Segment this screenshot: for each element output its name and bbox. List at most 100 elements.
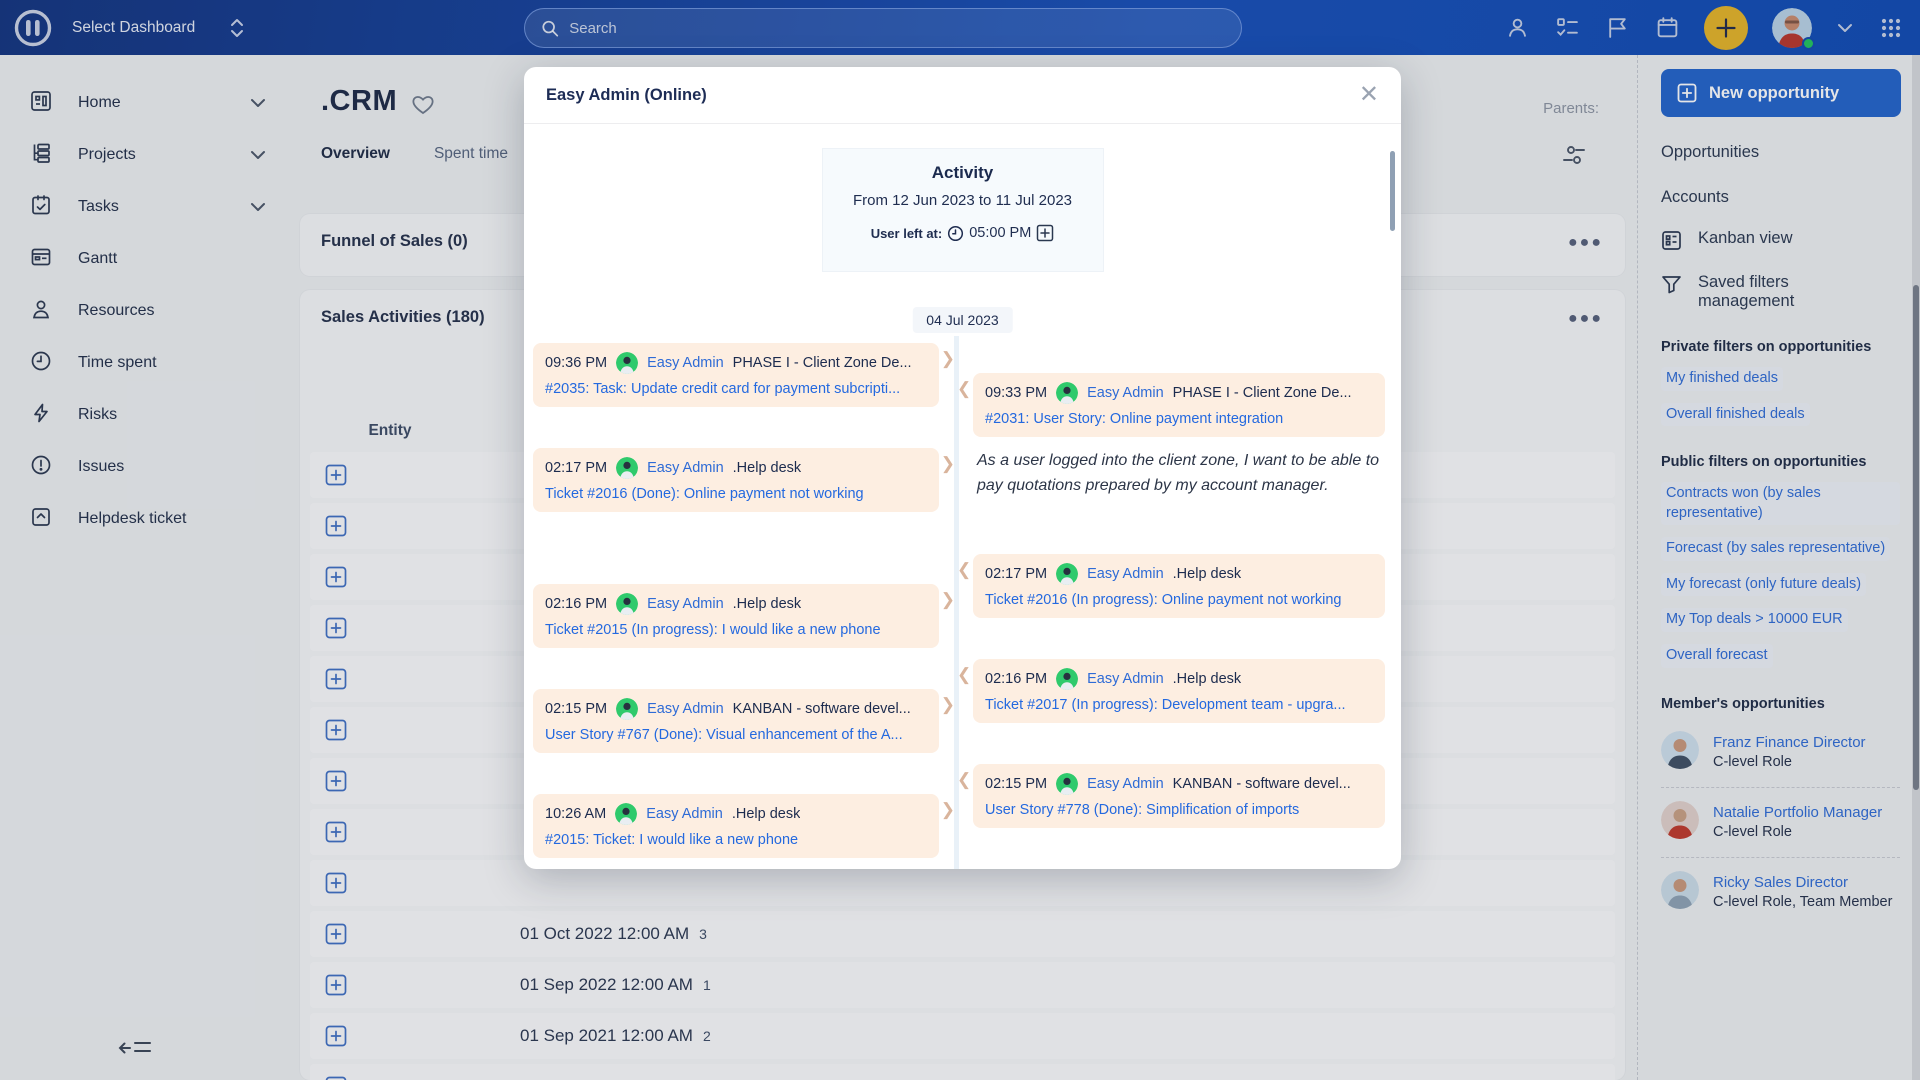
entry-author-link[interactable]: Easy Admin (1087, 385, 1164, 401)
dashboard-selector[interactable]: Select Dashboard (72, 17, 245, 39)
sidebar-item-projects[interactable]: Projects (0, 129, 288, 181)
expand-row-icon[interactable] (324, 973, 348, 997)
search-input[interactable] (569, 20, 1225, 37)
activity-card[interactable]: ❯ 02:15 PM Easy Admin KANBAN - software … (533, 689, 939, 753)
entry-time: 09:33 PM (985, 385, 1047, 401)
checklist-icon[interactable] (1554, 15, 1580, 41)
clock-icon (947, 225, 964, 242)
entry-issue-link[interactable]: Ticket #2015 (In progress): I would like… (545, 622, 927, 638)
expand-row-icon[interactable] (324, 1075, 348, 1080)
expand-row-icon[interactable] (324, 616, 348, 640)
activity-card[interactable]: ❮ 02:16 PM Easy Admin .Help desk Ticket … (973, 659, 1385, 723)
apps-grid-icon[interactable] (1878, 15, 1904, 41)
calendar-icon[interactable] (1654, 15, 1680, 41)
filter-sliders-icon[interactable] (1561, 143, 1587, 167)
add-time-icon[interactable] (1036, 224, 1054, 242)
filter-link[interactable]: Overall finished deals (1661, 403, 1810, 427)
sidebar-item-gantt[interactable]: Gantt (0, 233, 288, 285)
user-icon[interactable] (1504, 15, 1530, 41)
activity-card[interactable]: ❮ 09:33 PM Easy Admin PHASE I - Client Z… (973, 373, 1385, 437)
activity-card[interactable]: ❮ 02:17 PM Easy Admin .Help desk Ticket … (973, 554, 1385, 618)
entry-author-link[interactable]: Easy Admin (646, 806, 723, 822)
sidebar-item-risks[interactable]: Risks (0, 389, 288, 441)
collapse-sidebar-icon[interactable] (118, 1035, 152, 1066)
nav-saved-filters[interactable]: Saved filters management (1661, 273, 1900, 311)
chevron-down-icon[interactable] (1836, 15, 1854, 41)
entry-author-link[interactable]: Easy Admin (647, 596, 724, 612)
sidebar-item-issues[interactable]: Issues (0, 441, 288, 493)
easy-admin-avatar (616, 457, 638, 479)
entry-issue-link[interactable]: User Story #767 (Done): Visual enhanceme… (545, 727, 927, 743)
expand-row-icon[interactable] (324, 871, 348, 895)
entry-author-link[interactable]: Easy Admin (647, 701, 724, 717)
filter-link[interactable]: My finished deals (1661, 367, 1783, 391)
entry-project: .Help desk (1173, 566, 1242, 582)
entity-column-header: Entity (330, 422, 450, 440)
tab-spent-time[interactable]: Spent time (434, 145, 508, 171)
expand-row-icon[interactable] (324, 820, 348, 844)
entry-issue-link[interactable]: Ticket #2017 (In progress): Development … (985, 697, 1373, 713)
private-filters-heading: Private filters on opportunities (1661, 339, 1900, 355)
filter-link[interactable]: Overall forecast (1661, 644, 1773, 668)
nav-opportunities[interactable]: Opportunities (1661, 143, 1900, 162)
sidebar-item-label: Helpdesk ticket (78, 510, 266, 528)
quick-add-button[interactable] (1704, 6, 1748, 50)
modal-scrollbar-thumb[interactable] (1390, 151, 1395, 231)
activity-card[interactable]: ❯ 02:16 PM Easy Admin .Help desk Ticket … (533, 584, 939, 648)
expand-row-icon[interactable] (324, 1024, 348, 1048)
app-logo-icon[interactable] (14, 9, 52, 47)
expand-row-icon[interactable] (324, 565, 348, 589)
profile-avatar[interactable] (1772, 8, 1812, 48)
activity-card[interactable]: ❮ 02:15 PM Easy Admin KANBAN - software … (973, 764, 1385, 828)
sidebar-item-time-spent[interactable]: Time spent (0, 337, 288, 389)
expand-row-icon[interactable] (324, 922, 348, 946)
activity-card[interactable]: ❯ 02:17 PM Easy Admin .Help desk Ticket … (533, 448, 939, 512)
close-icon[interactable]: ✕ (1359, 83, 1379, 107)
member-name[interactable]: Franz Finance Director (1713, 734, 1866, 751)
member-name[interactable]: Ricky Sales Director (1713, 874, 1892, 891)
kanban-view-label: Kanban view (1698, 229, 1792, 248)
filter-link[interactable]: My Top deals > 10000 EUR (1661, 608, 1848, 632)
search-bar[interactable] (524, 8, 1242, 48)
timeline-entry: ❮ 02:17 PM Easy Admin .Help desk Ticket … (973, 554, 1385, 618)
filter-link[interactable]: My forecast (only future deals) (1661, 573, 1866, 597)
entry-author-link[interactable]: Easy Admin (1087, 566, 1164, 582)
nav-accounts[interactable]: Accounts (1661, 188, 1900, 207)
favorite-heart-icon[interactable] (411, 93, 435, 115)
card-menu-icon[interactable]: ●●● (1568, 310, 1603, 328)
row-date: 01 Sep 2022 12:00 AM (520, 975, 693, 995)
entry-author-link[interactable]: Easy Admin (1087, 776, 1164, 792)
entry-issue-link[interactable]: #2035: Task: Update credit card for paym… (545, 381, 927, 397)
entry-issue-link[interactable]: User Story #778 (Done): Simplification o… (985, 802, 1373, 818)
page-scrollbar-thumb[interactable] (1913, 285, 1919, 790)
member-name[interactable]: Natalie Portfolio Manager (1713, 804, 1882, 821)
expand-row-icon[interactable] (324, 667, 348, 691)
page-scrollbar[interactable] (1912, 55, 1920, 1080)
tab-overview[interactable]: Overview (321, 145, 390, 171)
expand-row-icon[interactable] (324, 769, 348, 793)
sidebar-item-resources[interactable]: Resources (0, 285, 288, 337)
expand-row-icon[interactable] (324, 463, 348, 487)
entry-author-link[interactable]: Easy Admin (647, 460, 724, 476)
activity-card[interactable]: ❯ 09:36 PM Easy Admin PHASE I - Client Z… (533, 343, 939, 407)
filter-link[interactable]: Forecast (by sales representative) (1661, 537, 1890, 561)
entry-issue-link[interactable]: #2031: User Story: Online payment integr… (985, 411, 1373, 427)
entry-issue-link[interactable]: Ticket #2016 (Done): Online payment not … (545, 486, 927, 502)
filter-link[interactable]: Contracts won (by sales representative) (1661, 482, 1900, 525)
entry-issue-link[interactable]: Ticket #2016 (In progress): Online payme… (985, 592, 1373, 608)
expand-row-icon[interactable] (324, 718, 348, 742)
activity-card[interactable]: ❯ 10:26 AM Easy Admin .Help desk #2015: … (533, 794, 939, 858)
entry-author-link[interactable]: Easy Admin (1087, 671, 1164, 687)
sidebar-item-home[interactable]: Home (0, 77, 288, 129)
flag-icon[interactable] (1604, 15, 1630, 41)
new-opportunity-button[interactable]: New opportunity (1661, 69, 1901, 117)
entry-author-link[interactable]: Easy Admin (647, 355, 724, 371)
sidebar-item-tasks[interactable]: Tasks (0, 181, 288, 233)
timeline-entry: ❮ 02:15 PM Easy Admin KANBAN - software … (973, 764, 1385, 828)
entry-issue-link[interactable]: #2015: Ticket: I would like a new phone (545, 832, 927, 848)
nav-kanban-view[interactable]: Kanban view (1661, 229, 1900, 251)
entry-time: 02:15 PM (985, 776, 1047, 792)
card-menu-icon[interactable]: ●●● (1568, 234, 1603, 252)
expand-row-icon[interactable] (324, 514, 348, 538)
sidebar-item-helpdesk-ticket[interactable]: Helpdesk ticket (0, 493, 288, 545)
